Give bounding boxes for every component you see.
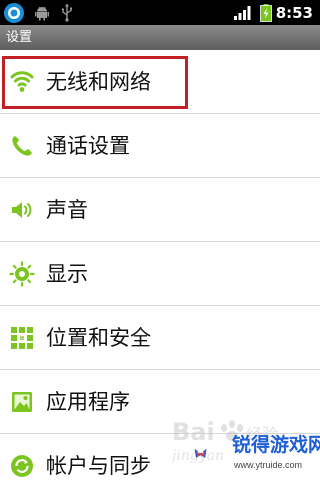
site-logo bbox=[194, 448, 207, 458]
signal-icon bbox=[234, 6, 251, 20]
android-icon bbox=[35, 6, 49, 21]
app-icon bbox=[4, 3, 24, 23]
settings-list: 无线和网络 通话设置 声音 显示 位置和安全 应用程序 帐户与同步 bbox=[0, 50, 320, 480]
screen: 8:53 设置 无线和网络 通话设置 声音 显示 位置和安全 应用程序 帐户与同… bbox=[0, 0, 320, 480]
page-title: 设置 bbox=[6, 30, 33, 45]
watermark-url: www.ytruide.com bbox=[234, 460, 303, 470]
settings-item-call-settings[interactable]: 通话设置 bbox=[0, 114, 320, 178]
settings-item-location-security[interactable]: 位置和安全 bbox=[0, 306, 320, 370]
brightness-icon bbox=[9, 261, 35, 287]
watermark-brand: 锐得游戏网 bbox=[232, 434, 320, 456]
settings-item-label: 位置和安全 bbox=[46, 326, 151, 350]
settings-item-applications[interactable]: 应用程序 bbox=[0, 370, 320, 434]
battery-icon bbox=[260, 4, 272, 22]
title-bar: 设置 bbox=[0, 25, 320, 50]
phone-icon bbox=[12, 136, 32, 156]
settings-item-label: 通话设置 bbox=[46, 134, 130, 158]
usb-icon bbox=[61, 3, 72, 22]
location-security-icon bbox=[11, 327, 33, 349]
settings-item-label: 帐户与同步 bbox=[46, 454, 151, 478]
settings-item-sound[interactable]: 声音 bbox=[0, 178, 320, 242]
clock: 8:53 bbox=[275, 4, 313, 22]
status-bar: 8:53 bbox=[0, 0, 320, 25]
settings-item-display[interactable]: 显示 bbox=[0, 242, 320, 306]
settings-item-label: 应用程序 bbox=[46, 390, 130, 414]
settings-item-label: 显示 bbox=[46, 262, 88, 286]
highlight-box bbox=[2, 56, 188, 109]
speaker-icon bbox=[12, 202, 32, 218]
settings-item-label: 声音 bbox=[46, 198, 88, 222]
settings-item-wireless-networks[interactable]: 无线和网络 bbox=[0, 50, 320, 114]
sync-icon bbox=[11, 455, 33, 477]
applications-icon bbox=[12, 392, 32, 412]
